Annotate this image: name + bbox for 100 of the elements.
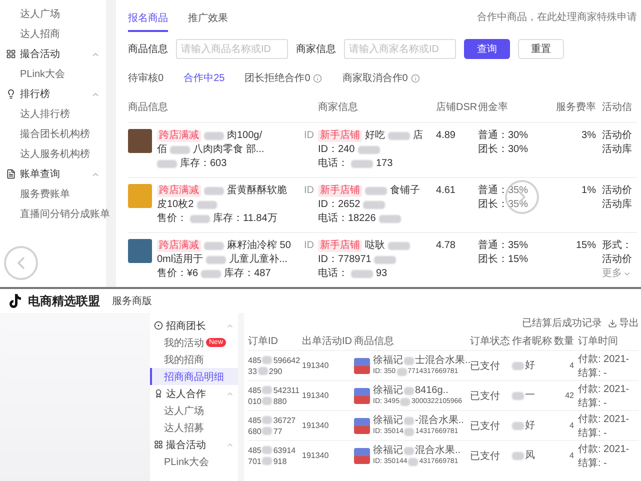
product-text: 肉100g/ [227, 129, 262, 143]
brand-name: 电商精选联盟 [28, 292, 100, 310]
activity-id: 191340 [302, 450, 329, 461]
filter-label: 商家信息 [296, 42, 336, 56]
activity-id: 191340 [302, 420, 329, 431]
blurred-text [262, 427, 272, 435]
section-label: 撮合活动 [20, 48, 60, 61]
sidebar-item[interactable]: PLink大会 [150, 453, 238, 470]
sidebar-section[interactable]: 账单查询 [0, 164, 106, 184]
blurred-text [351, 160, 373, 168]
sidebar-item[interactable]: 达人排行榜 [0, 104, 106, 124]
blurred-text [512, 422, 524, 430]
merchant-text: 电话： [318, 267, 348, 281]
activity-text: 活动库 [602, 198, 632, 212]
blurred-text [404, 416, 414, 424]
sidebar-section[interactable]: 撮合活动 [0, 44, 106, 64]
info-icon [313, 74, 322, 82]
column-header: 佣金率 [478, 100, 509, 115]
product-text: 售价：¥6 [157, 267, 198, 281]
status-tab[interactable]: 商家取消合作0 [342, 71, 408, 85]
product-title: 徐福记 [373, 354, 403, 367]
order-time: 付款: 2021- [578, 412, 630, 426]
merchant-text: 食铺子 [390, 184, 420, 198]
blurred-text [196, 201, 217, 209]
dsr-value: 4.78 [436, 239, 456, 253]
product-text: 八肉肉零食 部... [193, 143, 264, 157]
order-id: 542311 [273, 384, 300, 396]
quantity: 4 [570, 450, 574, 461]
status-tab[interactable]: 待审核0 [128, 71, 164, 85]
section-label: 账单查询 [20, 168, 60, 181]
order-id: 596642 [273, 354, 300, 366]
blurred-text [201, 270, 222, 278]
sidebar-item[interactable]: 招商商品明细 [150, 368, 238, 385]
id-label: ID [304, 129, 315, 143]
blurred-text [262, 457, 272, 465]
blurred-text [374, 256, 396, 264]
sidebar-item[interactable]: 达人广场 [150, 402, 238, 419]
column-header: 服务费率 [555, 100, 597, 115]
sidebar-item[interactable]: 达人服务机构榜 [0, 144, 106, 164]
column-header: 活动信 [602, 101, 633, 115]
merchant-text: 电话： [318, 157, 348, 171]
column-header: 商品信息 [354, 334, 395, 349]
sidebar-item[interactable]: 达人广场 [0, 4, 106, 24]
column-header: 作者昵称 [512, 334, 553, 349]
product-text: 皮10枚2 [157, 198, 194, 212]
product-text: 库存：11.84万 [213, 212, 278, 226]
blurred-text [388, 132, 410, 140]
search-field[interactable]: 请输入商家名称或ID [344, 39, 456, 59]
sidebar-section[interactable]: 排行榜 [0, 84, 106, 104]
sidebar-item[interactable]: 服务费账单 [0, 184, 106, 204]
product-text: 蛋黄酥酥软脆 [227, 184, 287, 198]
section-icon [6, 89, 16, 99]
photo-placeholder [128, 184, 152, 208]
sidebar-item[interactable]: 我的招商 [150, 351, 238, 368]
export-link[interactable]: 导出 [608, 316, 639, 330]
activity-text: 形式： [602, 239, 632, 253]
blurred-text [190, 215, 210, 223]
merchant-text: 173 [376, 157, 393, 171]
sidebar-section[interactable]: 达人合作 [150, 385, 238, 402]
column-header: 数量 [554, 335, 575, 349]
sidebar-item[interactable]: PLink大会 [0, 64, 106, 84]
column-header: 订单时间 [578, 334, 619, 349]
blurred-text [262, 446, 272, 454]
photo-placeholder [128, 129, 152, 153]
section-icon [6, 169, 16, 179]
status-tab[interactable]: 合作中25 [184, 71, 225, 85]
sidebar-section[interactable]: 撮合活动 [150, 436, 238, 453]
product-title: 混合水果.. [415, 444, 461, 457]
sidebar-item[interactable]: 达人招商 [0, 24, 106, 44]
order-id: 701 [248, 456, 262, 466]
status-tab[interactable]: 团长拒绝合作0 [244, 71, 310, 85]
sidebar-section[interactable]: 招商团长 [150, 317, 238, 334]
commission-rate: 团长：30% [478, 143, 528, 157]
author-name: 凤 [525, 449, 535, 462]
section-icon [6, 49, 16, 59]
blurred-text [262, 356, 272, 364]
commission-rate: 普通：35% [478, 184, 528, 198]
order-id: 33 [248, 366, 257, 376]
tab[interactable]: 推广效果 [188, 2, 228, 32]
blurred-text [258, 367, 268, 375]
tab[interactable]: 报名商品 [128, 2, 168, 32]
sidebar-item[interactable]: 达人招募 [150, 419, 238, 436]
blurred-text [404, 446, 414, 454]
commission-rate: 普通：30% [478, 129, 528, 143]
blurred-text [512, 452, 524, 460]
edition-label: 服务商版 [112, 294, 152, 308]
merchant-text: ID：240 [318, 143, 355, 157]
blurred-text [204, 242, 224, 250]
column-header: 订单状态 [470, 334, 511, 349]
next-button[interactable] [505, 180, 539, 214]
sidebar-item[interactable]: 撮合团长机构榜 [0, 124, 106, 144]
reset-button[interactable]: 重置 [518, 39, 564, 59]
order-id: 77 [273, 426, 282, 436]
blurred-text [262, 397, 272, 405]
blurred-text [400, 398, 410, 406]
section-icon [154, 440, 163, 449]
search-field[interactable]: 请输入商品名称或ID [176, 39, 288, 59]
query-button[interactable]: 查询 [464, 39, 510, 59]
item-label: 我的招商 [164, 354, 204, 366]
blurred-text [512, 392, 524, 400]
